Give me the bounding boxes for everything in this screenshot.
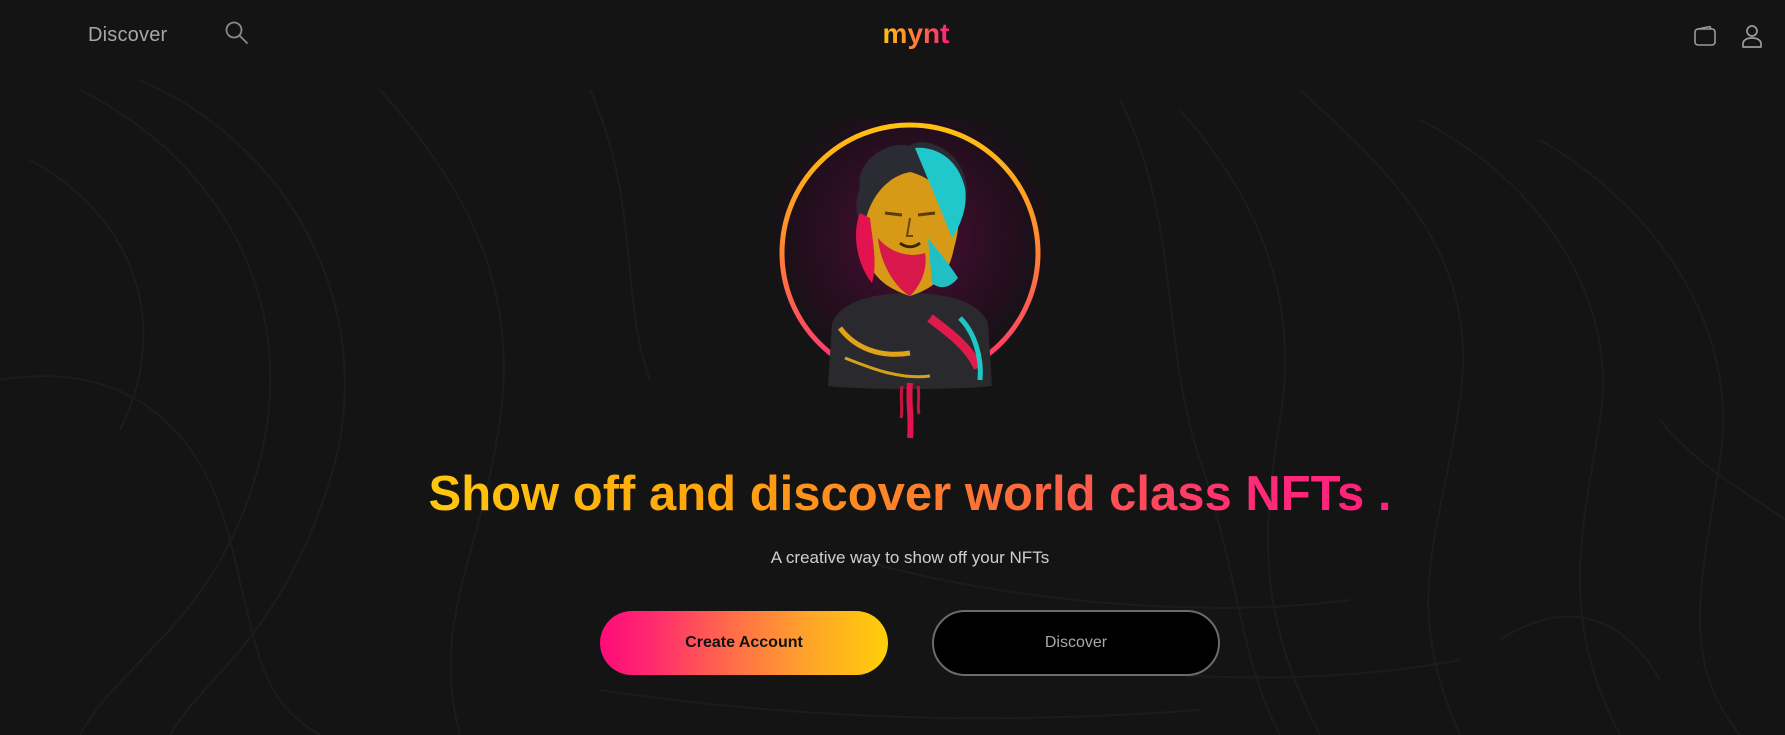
search-icon[interactable]: [224, 20, 250, 46]
nav-discover-link[interactable]: Discover: [88, 22, 167, 48]
hero-headline: Show off and discover world class NFTs .: [0, 462, 1785, 526]
logo-text: mynt: [883, 18, 950, 49]
landing-page: Discover mynt Show off and discover worl…: [0, 0, 1785, 735]
hero-bust-artwork: [760, 118, 1060, 439]
create-account-button[interactable]: Create Account: [600, 611, 888, 675]
mynt-logo[interactable]: mynt: [878, 16, 954, 52]
discover-button[interactable]: Discover: [932, 610, 1220, 676]
hero-headline-text: Show off and discover world class NFTs .: [428, 467, 1392, 521]
wallet-icon[interactable]: [1693, 24, 1717, 48]
user-icon[interactable]: [1740, 23, 1764, 49]
hero-subtitle: A creative way to show off your NFTs: [770, 548, 1050, 567]
